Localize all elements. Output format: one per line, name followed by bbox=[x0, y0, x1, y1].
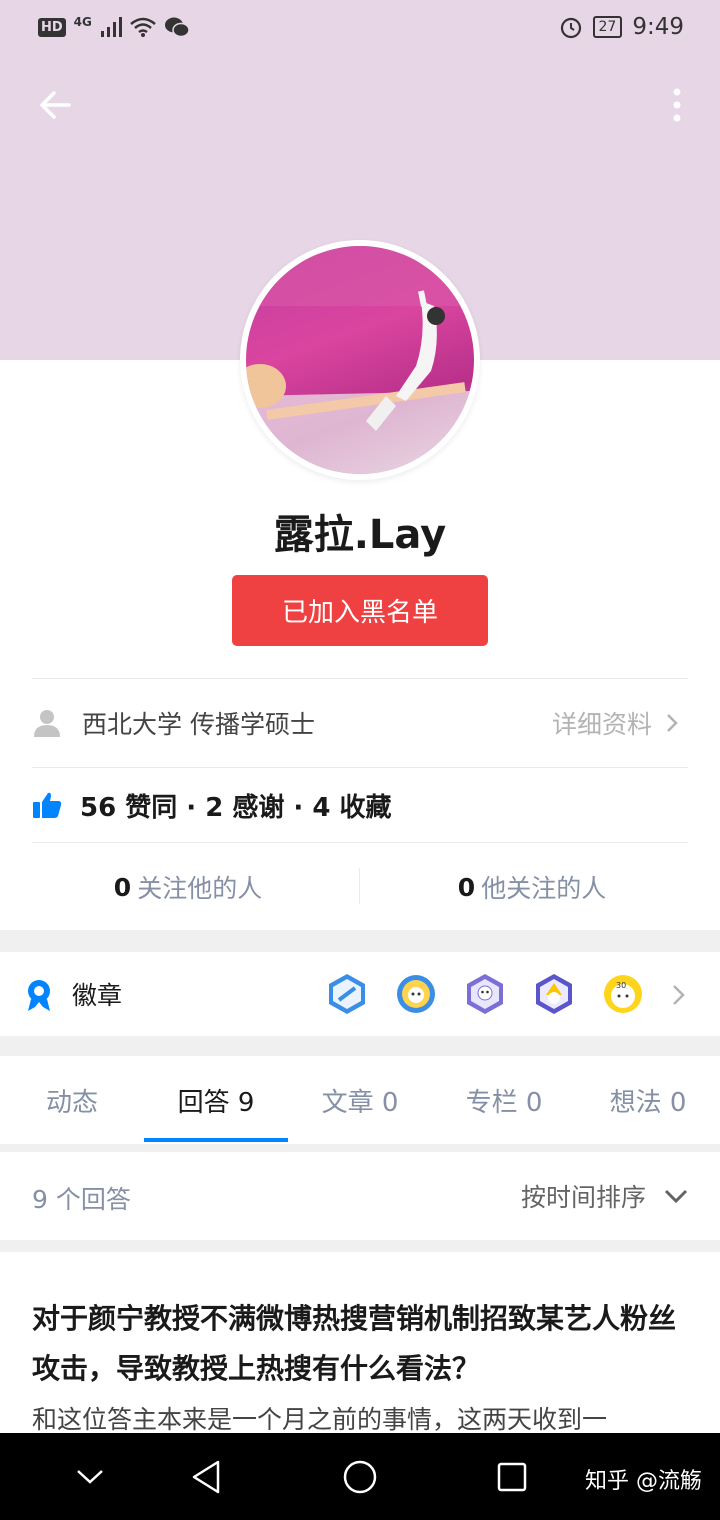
status-bar: HD 4G 27 9:49 bbox=[0, 0, 720, 62]
square-recents-icon bbox=[497, 1462, 527, 1492]
circle-home-icon bbox=[343, 1460, 377, 1494]
answers-header: 9 个回答 按时间排序 bbox=[0, 1152, 720, 1240]
badge-icon-3 bbox=[467, 974, 503, 1014]
stats-row: 56 赞同 · 2 感谢 · 4 收藏 bbox=[32, 768, 688, 842]
badge-icon-2 bbox=[397, 975, 435, 1013]
answer-card[interactable]: 对于颜宁教授不满微博热搜营销机制招致某艺人粉丝攻击，导致教授上热搜有什么看法？ … bbox=[0, 1252, 720, 1452]
tab-activity[interactable]: 动态 bbox=[0, 1056, 144, 1144]
section-gap bbox=[0, 1144, 720, 1152]
medal-icon bbox=[28, 980, 50, 1011]
section-gap bbox=[0, 930, 720, 952]
person-icon bbox=[34, 710, 60, 737]
profile-tabs: 动态 回答 9 文章 0 专栏 0 想法 0 bbox=[0, 1056, 720, 1144]
wifi-icon bbox=[130, 17, 156, 37]
education-text: 西北大学 传播学硕士 bbox=[82, 710, 315, 739]
divider bbox=[32, 678, 688, 679]
nav-home-button[interactable] bbox=[334, 1451, 386, 1503]
badges-row[interactable]: 徽章 30 bbox=[0, 952, 720, 1036]
detail-label: 详细资料 bbox=[551, 710, 652, 739]
chevron-down-icon bbox=[77, 1470, 103, 1484]
answer-excerpt[interactable]: 和这位答主本来是一个月之前的事情，这两天收到一 bbox=[32, 1400, 688, 1436]
tab-columns[interactable]: 专栏 0 bbox=[432, 1056, 576, 1144]
more-button[interactable] bbox=[652, 80, 702, 130]
following-label: 他关注的人 bbox=[481, 874, 607, 903]
education-row[interactable]: 西北大学 传播学硕士 详细资料 bbox=[32, 680, 688, 766]
followers-count: 0 bbox=[113, 872, 132, 902]
following-count: 0 bbox=[457, 872, 476, 902]
followers-label: 关注他的人 bbox=[137, 874, 263, 903]
stats-text: 56 赞同 · 2 感谢 · 4 收藏 bbox=[80, 792, 392, 823]
following-link[interactable]: 0 他关注的人 bbox=[368, 848, 696, 926]
tab-answers[interactable]: 回答 9 bbox=[144, 1056, 288, 1144]
divider bbox=[32, 842, 688, 843]
tab-thoughts[interactable]: 想法 0 bbox=[576, 1056, 720, 1144]
divider bbox=[359, 868, 360, 904]
chevron-right-icon bbox=[673, 985, 685, 1005]
back-button[interactable] bbox=[30, 80, 80, 130]
clock: 9:49 bbox=[632, 14, 684, 40]
nav-back-button[interactable] bbox=[180, 1451, 232, 1503]
arrow-left-icon bbox=[40, 91, 71, 119]
sort-dropdown[interactable]: 按时间排序 bbox=[521, 1178, 688, 1214]
section-gap bbox=[0, 1036, 720, 1056]
more-vertical-icon bbox=[673, 88, 681, 122]
alarm-icon bbox=[560, 17, 581, 39]
thumbs-up-icon bbox=[33, 792, 62, 818]
wechat-icon bbox=[164, 17, 190, 38]
nav-recents-button[interactable] bbox=[486, 1451, 538, 1503]
watermark: 知乎 @流觞 bbox=[585, 1469, 702, 1494]
hd-badge: HD bbox=[38, 17, 66, 37]
chevron-down-icon bbox=[664, 1189, 688, 1203]
badge-icon-4 bbox=[536, 974, 572, 1014]
answer-title[interactable]: 对于颜宁教授不满微博热搜营销机制招致某艺人粉丝攻击，导致教授上热搜有什么看法？ bbox=[32, 1294, 688, 1394]
sort-label: 按时间排序 bbox=[520, 1183, 646, 1212]
badge-icon-5: 30 bbox=[604, 975, 642, 1013]
signal-icon bbox=[100, 17, 122, 37]
section-gap bbox=[0, 1240, 720, 1252]
system-nav-bar: 知乎 @流觞 bbox=[0, 1433, 720, 1520]
answers-count: 9 个回答 bbox=[32, 1185, 131, 1214]
blacklist-button[interactable]: 已加入黑名单 bbox=[232, 575, 488, 646]
profile-name: 露拉.Lay bbox=[273, 512, 447, 558]
badges-title: 徽章 bbox=[72, 981, 123, 1010]
nav-hide-button[interactable] bbox=[64, 1451, 116, 1503]
tab-indicator bbox=[144, 1138, 288, 1142]
network-type: 4G bbox=[73, 15, 92, 29]
detail-link[interactable]: 详细资料 bbox=[552, 705, 678, 741]
chevron-right-icon bbox=[667, 714, 678, 732]
followers-link[interactable]: 0 关注他的人 bbox=[24, 848, 352, 926]
battery-indicator: 27 bbox=[592, 16, 623, 38]
avatar[interactable] bbox=[240, 240, 480, 480]
triangle-back-icon bbox=[192, 1460, 220, 1494]
badge-icon-1 bbox=[329, 974, 365, 1014]
tab-articles[interactable]: 文章 0 bbox=[288, 1056, 432, 1144]
svg-text:30: 30 bbox=[616, 981, 626, 990]
avatar-image bbox=[246, 246, 474, 474]
